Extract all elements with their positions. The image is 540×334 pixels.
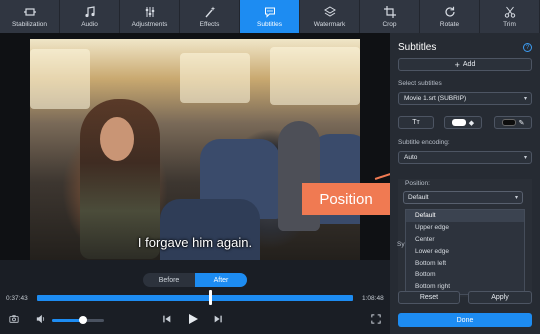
font-style-button[interactable]: Tт xyxy=(398,116,434,129)
current-time: 0:37:43 xyxy=(6,295,28,302)
tool-crop[interactable]: Crop xyxy=(360,0,420,33)
chevron-down-icon: ▾ xyxy=(523,155,527,161)
stabilization-icon xyxy=(23,5,37,18)
text-style-icon: Tт xyxy=(412,119,420,126)
crop-icon xyxy=(383,5,397,18)
skip-forward-icon xyxy=(214,315,222,323)
magic-wand-icon xyxy=(203,5,217,18)
tool-label: Subtitles xyxy=(257,21,282,28)
tool-audio[interactable]: Audio xyxy=(60,0,120,33)
add-label: Add xyxy=(462,61,476,68)
fullscreen-icon xyxy=(371,314,381,324)
subtitle-overlay-text: I forgave him again. xyxy=(137,235,253,250)
scissors-icon xyxy=(503,5,517,18)
tool-label: Trim xyxy=(503,21,516,28)
bus-window xyxy=(180,53,250,103)
position-callout: Position xyxy=(302,183,390,215)
tool-label: Crop xyxy=(382,21,397,28)
chevron-down-icon: ▾ xyxy=(523,96,527,102)
brush-icon: ✎ xyxy=(518,119,525,127)
volume-button[interactable] xyxy=(34,312,48,326)
position-option[interactable]: Upper edge xyxy=(406,222,524,234)
camera-icon xyxy=(9,315,19,323)
tool-watermark[interactable]: Watermark xyxy=(300,0,360,33)
speaker-icon xyxy=(36,314,45,324)
text-color-button[interactable]: ◆ xyxy=(444,116,482,129)
play-button[interactable] xyxy=(186,312,200,326)
snapshot-button[interactable] xyxy=(7,312,21,326)
position-value: Default xyxy=(408,194,429,201)
total-time: 1:08:48 xyxy=(362,295,384,302)
tool-label: Effects xyxy=(199,21,220,28)
sync-label: Sy xyxy=(397,241,405,248)
bus-window xyxy=(270,47,360,105)
tool-label: Watermark xyxy=(313,21,346,28)
chevron-down-icon: ▾ xyxy=(514,195,518,201)
position-select[interactable]: Default ▾ xyxy=(403,191,523,204)
tool-stabilization[interactable]: Stabilization xyxy=(0,0,60,33)
tool-trim[interactable]: Trim xyxy=(480,0,540,33)
position-option[interactable]: Bottom left xyxy=(406,257,524,269)
subtitle-file-select[interactable]: Movie 1.srt (SUBRIP) ▾ xyxy=(398,92,532,105)
music-note-icon xyxy=(83,5,97,18)
add-subtitles-button[interactable]: + Add xyxy=(398,58,532,71)
black-swatch-icon xyxy=(501,119,516,126)
playhead[interactable] xyxy=(209,290,212,305)
toolbar: Stabilization Audio Adjustments Effects … xyxy=(0,0,540,33)
volume-slider[interactable] xyxy=(52,319,104,322)
position-option[interactable]: Lower edge xyxy=(406,245,524,257)
done-button[interactable]: Done xyxy=(398,313,532,327)
position-option[interactable]: Default xyxy=(406,210,524,222)
before-toggle[interactable]: Before xyxy=(143,273,195,287)
fullscreen-button[interactable] xyxy=(369,312,383,326)
watermark-icon xyxy=(323,5,337,18)
position-option[interactable]: Center xyxy=(406,234,524,246)
prev-frame-button[interactable] xyxy=(160,312,174,326)
encoding-value: Auto xyxy=(404,154,418,161)
timeline-track[interactable] xyxy=(37,295,353,301)
tool-rotate[interactable]: Rotate xyxy=(420,0,480,33)
tool-label: Rotate xyxy=(439,21,460,28)
before-after-toggle: Before After xyxy=(143,273,247,287)
position-dropdown-menu: Default Upper edge Center Lower edge Bot… xyxy=(405,209,525,295)
next-frame-button[interactable] xyxy=(211,312,225,326)
white-swatch-icon xyxy=(451,119,466,126)
face-shape xyxy=(100,117,134,161)
apply-button[interactable]: Apply xyxy=(468,291,532,304)
reset-button[interactable]: Reset xyxy=(398,291,460,304)
plus-icon: + xyxy=(454,59,460,70)
after-toggle[interactable]: After xyxy=(195,273,247,287)
tool-label: Stabilization xyxy=(11,21,48,28)
paint-bucket-icon: ◆ xyxy=(468,119,475,127)
tool-adjustments[interactable]: Adjustments xyxy=(120,0,180,33)
encoding-label: Subtitle encoding: xyxy=(398,139,450,146)
bus-window xyxy=(30,49,90,109)
play-icon xyxy=(189,314,198,324)
subtitle-file-value: Movie 1.srt (SUBRIP) xyxy=(404,95,467,102)
panel-title: Subtitles xyxy=(398,42,437,53)
subtitles-icon xyxy=(263,5,277,18)
encoding-select[interactable]: Auto ▾ xyxy=(398,151,532,164)
help-icon[interactable]: ? xyxy=(523,43,532,52)
tool-effects[interactable]: Effects xyxy=(180,0,240,33)
adjustments-icon xyxy=(143,5,157,18)
outline-color-button[interactable]: ✎ xyxy=(494,116,532,129)
position-option[interactable]: Bottom xyxy=(406,269,524,281)
select-subtitles-label: Select subtitles xyxy=(398,80,442,87)
tool-label: Audio xyxy=(81,21,98,28)
tool-label: Adjustments xyxy=(131,21,168,28)
skip-back-icon xyxy=(163,315,171,323)
rotate-icon xyxy=(443,5,457,18)
bus-seat xyxy=(160,199,260,260)
position-label: Position: xyxy=(405,180,430,187)
timeline: Before After 0:37:43 1:08:48 xyxy=(0,260,390,334)
tool-subtitles[interactable]: Subtitles xyxy=(240,0,300,33)
video-frame: I forgave him again. xyxy=(30,39,360,260)
